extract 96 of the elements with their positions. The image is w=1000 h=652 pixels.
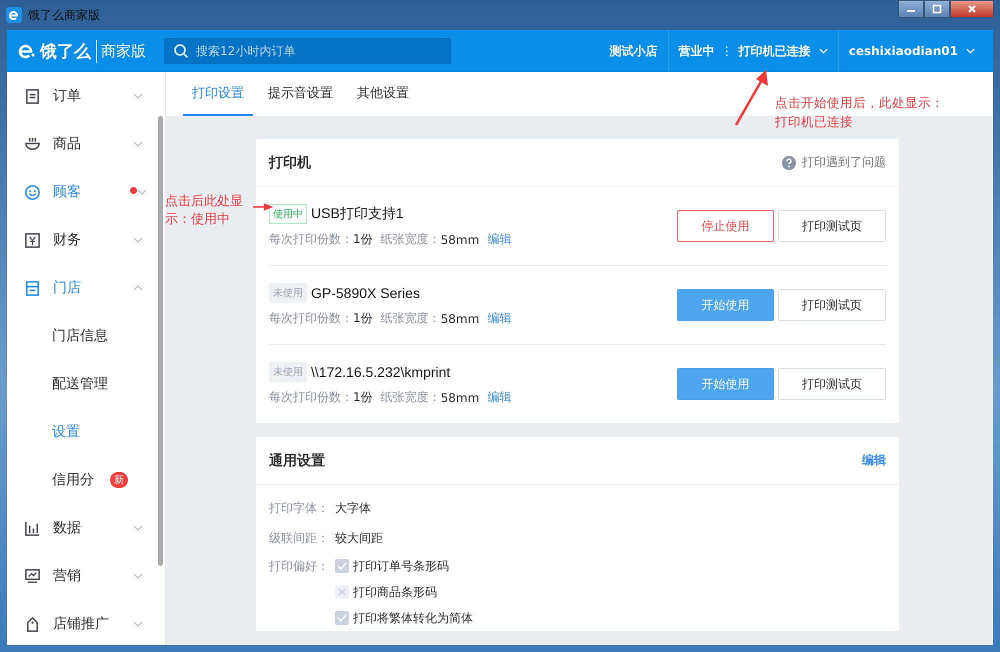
tab[interactable]: 打印设置 (183, 72, 253, 116)
sidebar-item[interactable]: 顾客 (7, 168, 165, 216)
printer-status[interactable]: 打印机已连接 (738, 42, 811, 60)
paper-width-label: 纸张宽度： (380, 310, 441, 327)
edition-label: 商家版 (101, 42, 146, 60)
print-test-button[interactable]: 打印测试页 (778, 210, 886, 242)
option-label: 打印订单号条形码 (353, 558, 449, 574)
tab[interactable]: 其他设置 (348, 72, 418, 116)
checkbox[interactable] (335, 559, 349, 573)
sidebar-item[interactable]: 门店 (7, 264, 165, 312)
user-name[interactable]: ceshixiaodian01 (848, 44, 958, 58)
copies-label: 每次打印份数： (269, 310, 353, 327)
option-label: 打印商品条形码 (353, 584, 437, 600)
sidebar-item[interactable]: 营销 (7, 552, 165, 600)
card-title: 打印机 (269, 154, 311, 172)
sidebar-item[interactable]: 数据 (7, 504, 165, 552)
help-link[interactable]: 打印遇到了问题 (802, 154, 886, 171)
close-button[interactable] (950, 0, 994, 18)
paper-width-label: 纸张宽度： (380, 389, 441, 406)
tab[interactable]: 提示音设置 (259, 72, 342, 116)
checkbox[interactable] (335, 611, 349, 625)
status-tag: 未使用 (269, 362, 307, 382)
sidebar-item[interactable]: 店铺推广 (7, 600, 165, 645)
annotation-note: 点击开始使用后，此处显示：打印机已连接 (775, 94, 945, 131)
copies-label: 每次打印份数： (269, 231, 353, 248)
start-button[interactable]: 开始使用 (677, 368, 774, 400)
window-title: 饿了么商家版 (28, 6, 100, 24)
smiley-icon (24, 184, 41, 200)
bowl-icon (24, 136, 41, 152)
sidebar-subitem[interactable]: 信用分 (52, 471, 94, 489)
sidebar-item[interactable]: 商品 (7, 120, 165, 168)
copies-value: 1份 (353, 310, 373, 327)
edit-link[interactable]: 编辑 (487, 310, 512, 327)
chevron-down-icon (133, 141, 143, 147)
chevron-down-icon (133, 621, 143, 627)
yen-icon (24, 232, 41, 248)
copies-label: 每次打印份数： (269, 389, 353, 406)
field-label: 打印字体： (269, 500, 330, 516)
document-icon (24, 88, 41, 104)
sidebar-item[interactable]: 财务 (7, 216, 165, 264)
search-icon (173, 43, 189, 59)
option-label: 打印将繁体转化为简体 (353, 610, 473, 626)
chevron-down-icon (133, 237, 143, 243)
chevron-down-icon[interactable] (818, 48, 828, 54)
scrollbar[interactable] (158, 116, 163, 566)
card-title: 通用设置 (269, 452, 325, 470)
sidebar-subitem[interactable]: 设置 (52, 423, 80, 441)
bar-chart-icon (24, 520, 41, 536)
field-value: 较大间距 (335, 530, 383, 546)
printer-name: GP-5890X Series (311, 285, 420, 301)
chevron-down-icon (133, 93, 143, 99)
printer-name: USB打印支持1 (311, 205, 404, 223)
chevron-down-icon (133, 525, 143, 531)
sidebar-subitem[interactable]: 配送管理 (52, 375, 108, 393)
status-tag: 未使用 (269, 283, 307, 303)
start-button[interactable]: 开始使用 (677, 289, 774, 321)
logo-text: 饿了么 (40, 40, 97, 62)
paper-width-label: 纸张宽度： (380, 231, 441, 248)
print-test-button[interactable]: 打印测试页 (778, 368, 886, 400)
print-test-button[interactable]: 打印测试页 (778, 289, 886, 321)
search-field[interactable]: 搜索12小时内订单 (164, 38, 451, 64)
sidebar-item[interactable]: 订单 (7, 72, 165, 120)
chevron-down-icon (137, 189, 147, 195)
sidebar-subitem[interactable]: 门店信息 (52, 327, 108, 345)
shop-name[interactable]: 测试小店 (610, 42, 658, 60)
edit-link[interactable]: 编辑 (487, 231, 512, 248)
chevron-up-icon (133, 285, 143, 291)
paper-width-value: 58mm (440, 232, 480, 246)
maximize-icon (932, 4, 942, 14)
separator-icon: ⋮ (720, 44, 733, 58)
minimize-button[interactable] (898, 0, 924, 18)
edit-link[interactable]: 编辑 (862, 452, 886, 469)
field-label: 级联间距： (269, 530, 330, 546)
close-icon (967, 4, 977, 14)
tag-icon (24, 616, 41, 632)
paper-width-value: 58mm (440, 312, 480, 326)
checkbox[interactable] (335, 585, 349, 599)
stop-button[interactable]: 停止使用 (677, 210, 774, 242)
copies-value: 1份 (353, 231, 373, 248)
status-tag: 使用中 (269, 204, 307, 224)
chevron-down-icon (133, 573, 143, 579)
annotation-note: 点击后此处显示：使用中 (165, 193, 253, 229)
help-icon (782, 156, 796, 170)
store-icon (24, 280, 41, 296)
app-logo-icon (6, 7, 22, 23)
field-value: 大字体 (335, 500, 371, 516)
printer-name: \\172.16.5.232\kmprint (311, 364, 450, 380)
edit-link[interactable]: 编辑 (487, 389, 512, 406)
paper-width-value: 58mm (440, 390, 480, 404)
monitor-icon (24, 568, 41, 584)
copies-value: 1份 (353, 389, 373, 406)
chevron-down-icon[interactable] (966, 48, 975, 54)
business-status[interactable]: 营业中 (678, 42, 715, 60)
new-badge: 新 (110, 472, 128, 488)
field-label: 打印偏好： (269, 558, 330, 575)
maximize-button[interactable] (924, 0, 950, 18)
